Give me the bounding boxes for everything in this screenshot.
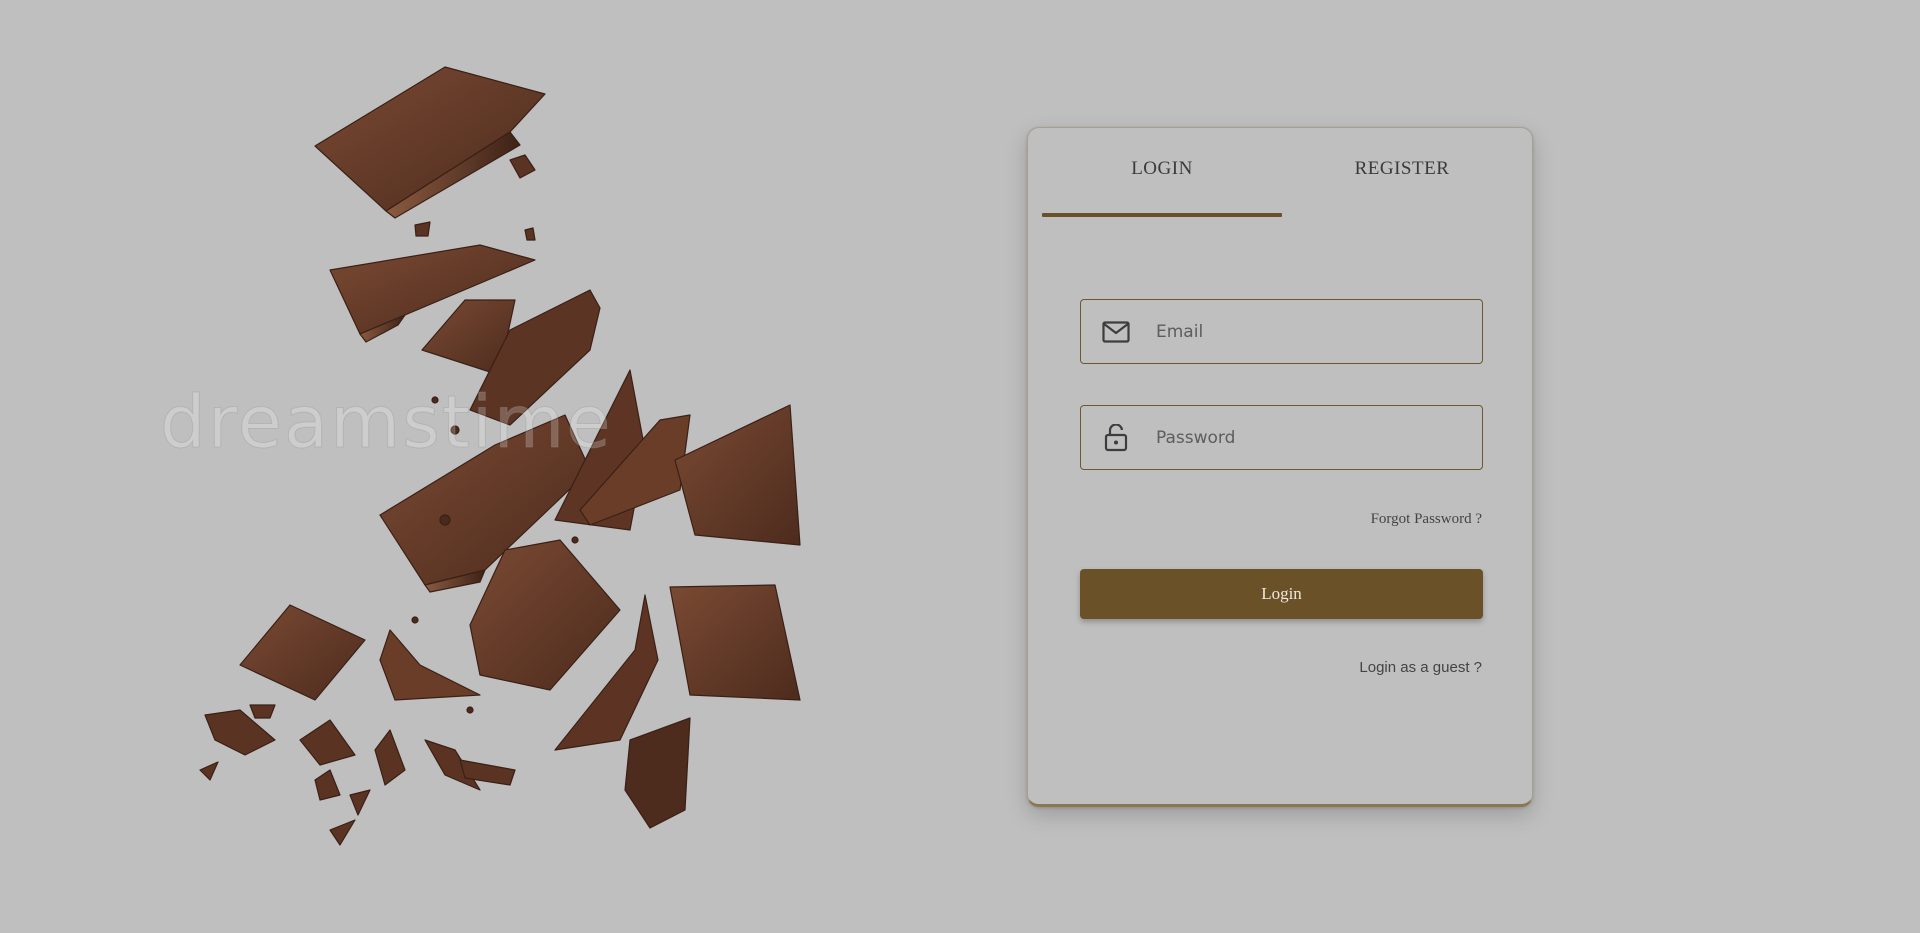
tab-login[interactable]: LOGIN: [1042, 158, 1282, 180]
mail-icon: [1101, 317, 1131, 347]
tab-register[interactable]: REGISTER: [1282, 158, 1522, 180]
login-page: dreamstime LOGIN REGISTER Email Forgot P…: [0, 0, 1920, 933]
guest-login-link[interactable]: Login as a guest ?: [1359, 659, 1482, 676]
email-field: [1080, 299, 1483, 364]
auth-tabs: LOGIN REGISTER: [1042, 128, 1522, 218]
active-tab-indicator: [1042, 213, 1282, 217]
chocolate-illustration: [180, 50, 940, 870]
password-input[interactable]: [1154, 416, 1458, 459]
password-field: [1080, 405, 1483, 470]
auth-card: LOGIN REGISTER Forgot Pa: [1027, 127, 1533, 807]
login-button[interactable]: Login: [1080, 569, 1483, 619]
email-input[interactable]: [1154, 310, 1458, 353]
forgot-password-link[interactable]: Forgot Password ?: [1371, 511, 1482, 528]
lock-icon: [1101, 423, 1131, 453]
